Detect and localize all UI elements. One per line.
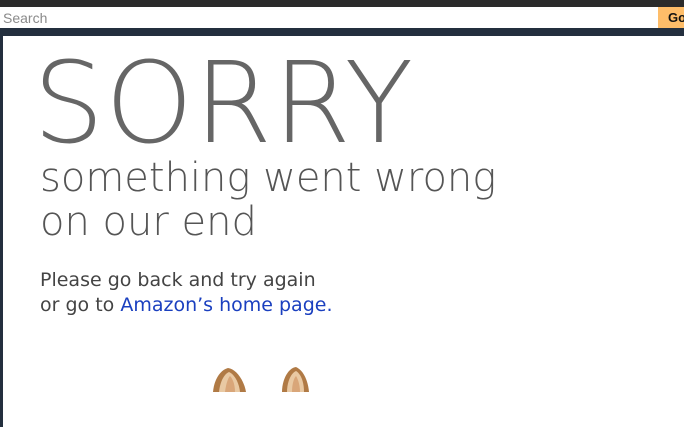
subheading-line-2: on our end [40,199,257,245]
header-band [0,28,684,36]
message-line-2-prefix: or go to [40,294,121,316]
subheading-line-1: something went wrong [40,155,497,201]
go-button[interactable]: Go [658,7,684,28]
message-line-2-suffix: . [326,294,333,316]
search-input[interactable] [0,7,658,28]
error-content: SORRY something went wrong on our end Pl… [3,36,684,427]
amazon-home-page-link[interactable]: Amazon’s home page [120,294,326,316]
error-message: Please go back and try again or go to Am… [40,268,333,318]
top-strip [0,0,684,7]
error-subheading: something went wrong on our end [40,156,496,244]
dog-ears-illustration [213,367,309,392]
error-page: Go SORRY something went wrong on our end… [0,0,684,427]
search-bar: Go [0,7,684,28]
sorry-heading: SORRY [33,39,415,169]
message-line-1: Please go back and try again [40,269,316,291]
